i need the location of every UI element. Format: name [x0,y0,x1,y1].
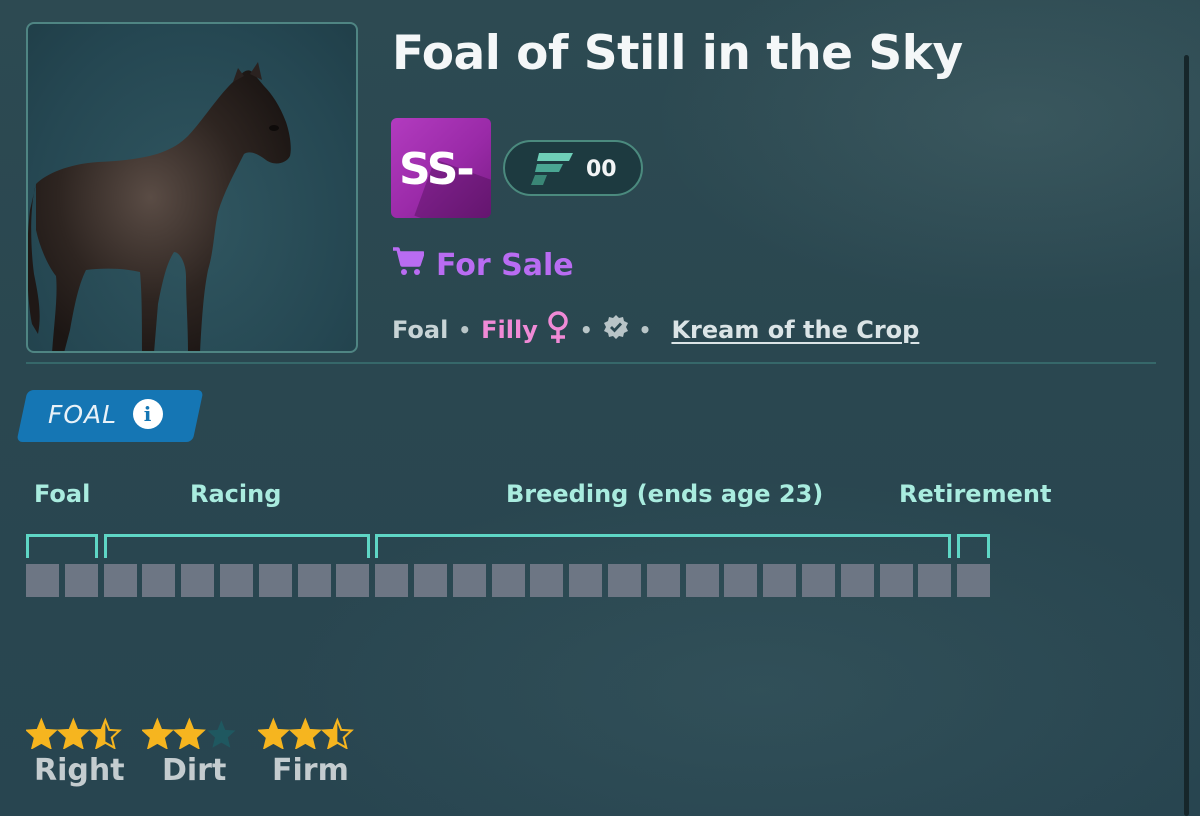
separator-dot: • [579,318,593,342]
scrollbar[interactable] [1184,55,1189,816]
stable-link[interactable]: Kream of the Crop [671,316,919,344]
lifecycle-cell [65,564,98,597]
f-count-value: 00 [586,157,617,182]
lifecycle-cell [569,564,602,597]
phase-label: Retirement [899,480,1052,508]
lifecycle-cell [530,564,563,597]
horse-meta-line: Foal • Filly • • Kream of the Crop [392,310,919,350]
lifecycle-cell [298,564,331,597]
phase-bracket [375,534,951,558]
grade-badge: SS- [391,118,491,218]
rating-stars [256,717,354,750]
lifecycle-cell [492,564,525,597]
lifecycle-cell [802,564,835,597]
phase-label: Breeding (ends age 23) [506,480,824,508]
lifecycle-cell [414,564,447,597]
rating-stars [24,717,122,750]
lifecycle-cell [181,564,214,597]
lifecycle-cell [142,564,175,597]
verified-badge-icon [603,314,629,346]
preference-label: Dirt [162,753,227,788]
phase-bracket [26,534,98,558]
preference-label: Firm [272,753,349,788]
lifecycle-cell [375,564,408,597]
sale-status[interactable]: For Sale [392,246,574,284]
f-count-pill[interactable]: 00 [503,140,643,196]
section-divider [26,362,1156,364]
rating-stars [140,717,236,750]
lifecycle-cell [336,564,369,597]
separator-dot: • [638,318,652,342]
phase-bracket [104,534,370,558]
lifecycle-cell [104,564,137,597]
age-class-label: Foal [392,316,449,344]
lifecycle-cell [686,564,719,597]
f-logo-icon [529,151,575,191]
phase-bracket [957,534,990,558]
sex-label: Filly [481,316,538,344]
lifecycle-cell [608,564,641,597]
info-icon[interactable]: i [133,399,164,429]
lifecycle-cell [957,564,990,597]
lifecycle-cell [220,564,253,597]
preference-firm: Firm [256,715,368,788]
lifecycle-cell [841,564,874,597]
phase-label: Foal [34,480,91,508]
preference-right: Right [24,715,136,788]
lifecycle-cell [918,564,951,597]
grade-label: SS- [399,144,475,195]
separator-dot: • [458,318,472,342]
horse-portrait [26,22,358,353]
lifecycle-cell [880,564,913,597]
lifecycle-cell [724,564,757,597]
cart-icon [392,246,425,284]
horse-image [28,62,291,351]
horse-name-title: Foal of Still in the Sky [392,26,963,81]
lifecycle-cell [453,564,486,597]
phase-label: Racing [190,480,282,508]
lifecycle-cell [259,564,292,597]
lifecycle-cell [763,564,796,597]
lifecycle-cell [647,564,680,597]
preference-label: Right [34,753,125,788]
sale-status-label: For Sale [436,247,574,283]
star-icon [207,720,236,748]
lifecycle-badge-content[interactable]: FOAL i [48,399,164,429]
lifecycle-badge-label: FOAL [48,399,118,429]
lifecycle-cell [26,564,59,597]
female-icon [546,310,570,350]
preference-dirt: Dirt [140,715,252,788]
